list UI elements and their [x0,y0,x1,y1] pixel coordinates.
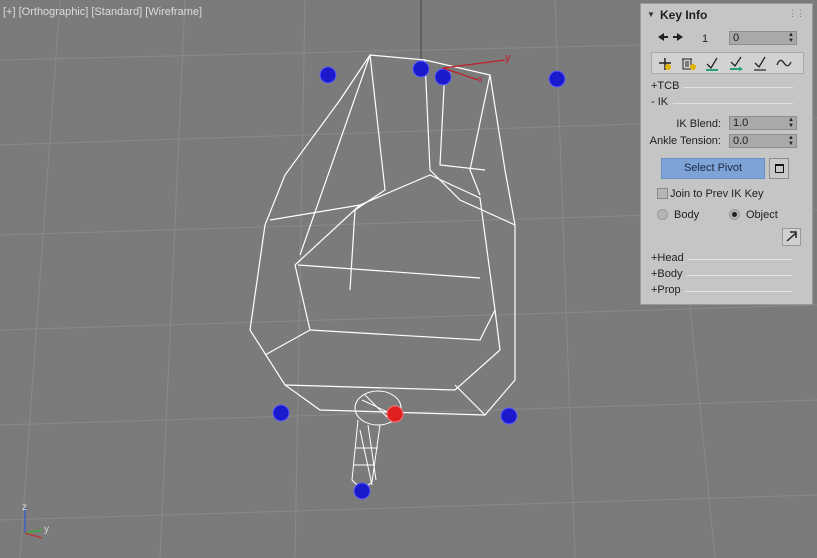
foot-wireframe[interactable] [249,54,516,416]
key-tools-toolbar [651,52,804,74]
ik-blend-label: IK Blend: [676,118,721,130]
world-axis-triad: z y [22,502,49,539]
select-pivot-button[interactable]: Select Pivot [661,158,765,179]
pivot-point [548,70,566,88]
viewport-shading-menu[interactable]: [Standard] [91,6,142,18]
window-icon [775,164,784,173]
key-time-value: 0 [733,32,740,44]
set-sliding-key-button[interactable] [727,55,745,72]
join-prev-ik-checkbox[interactable] [657,188,668,199]
pivot-point [353,482,371,500]
ankle-tension-spinner[interactable]: 0.0 ▲ ▼ [729,134,797,148]
gizmo-axis-y-label: y [505,52,511,64]
body-section-toggle[interactable]: +Body [651,268,683,280]
key-info-panel: ▼ Key Info ⋮⋮ 1 0 ▲ ▼ +TCB - IK IK Blend… [640,3,813,305]
set-key-icon [659,58,671,70]
collapse-arrow-icon[interactable]: ▼ [647,10,655,19]
ik-blend-spinner[interactable]: 1.0 ▲ ▼ [729,116,797,130]
prop-section-toggle[interactable]: +Prop [651,284,681,296]
key-time-spinner[interactable]: 0 ▲ ▼ [729,31,797,45]
trash-key-icon [682,58,696,70]
head-section-toggle[interactable]: +Head [651,252,684,264]
divider [688,259,793,260]
divider [673,103,793,104]
prev-key-button[interactable] [657,32,669,45]
pivot-point [319,66,337,84]
drag-handle-icon[interactable]: ⋮⋮ [788,8,805,19]
space-object-radio[interactable] [729,209,740,220]
arrow-right-icon [673,33,683,41]
next-key-button[interactable] [672,32,684,45]
space-object-label: Object [746,209,778,221]
join-prev-ik-label: Join to Prev IK Key [670,188,764,200]
pivot-point [500,407,518,425]
pivot-point [412,60,430,78]
pivot-point-selected [386,405,404,423]
triad-y-label: y [44,524,49,535]
ankle-tension-value: 0.0 [733,135,749,147]
ankle-tension-label: Ankle Tension: [649,135,721,147]
key-info-title: Key Info [660,8,708,22]
spinner-arrows-icon[interactable]: ▲ ▼ [788,117,794,129]
divider [685,291,793,292]
divider [683,87,793,88]
arrow-left-icon [658,33,668,41]
sliding-key-icon [730,56,743,72]
pivot-window-button[interactable] [769,158,789,179]
free-key-icon [754,56,766,71]
gizmo-axis-x-label: x [478,74,483,84]
local-axis-gizmo[interactable]: y x [442,52,511,84]
spinner-arrows-icon[interactable]: ▲ ▼ [788,135,794,147]
planted-key-icon [706,57,718,71]
tcb-section-toggle[interactable]: +TCB [651,80,679,92]
spinner-arrows-icon[interactable]: ▲ ▼ [788,32,794,44]
key-number: 1 [702,33,709,45]
trajectories-button[interactable] [775,55,793,72]
ik-blend-value: 1.0 [733,117,749,129]
space-body-label: Body [674,209,700,221]
space-body-radio[interactable] [657,209,668,220]
viewport-display-mode-menu[interactable]: [Wireframe] [145,6,202,18]
pivot-points[interactable] [272,60,566,500]
viewport-menu-plus[interactable]: [+] [3,6,16,18]
delete-key-button[interactable] [679,55,697,72]
set-key-button[interactable] [656,55,674,72]
set-planted-key-button[interactable] [703,55,721,72]
expand-pivot-button[interactable] [782,228,801,246]
toe-wireframe[interactable] [351,390,402,487]
key-info-rollout-header[interactable]: ▼ Key Info ⋮⋮ [641,4,812,24]
ik-section-toggle[interactable]: - IK [651,96,668,108]
diagonal-arrow-icon [786,231,797,242]
pivot-point [272,404,290,422]
pivot-point [434,68,452,86]
viewport-label: [+] [Orthographic] [Standard] [Wireframe… [3,6,202,18]
set-free-key-button[interactable] [751,55,769,72]
viewport-view-menu[interactable]: [Orthographic] [19,6,89,18]
divider [687,275,793,276]
curve-icon [776,59,792,67]
triad-z-label: z [22,502,27,513]
